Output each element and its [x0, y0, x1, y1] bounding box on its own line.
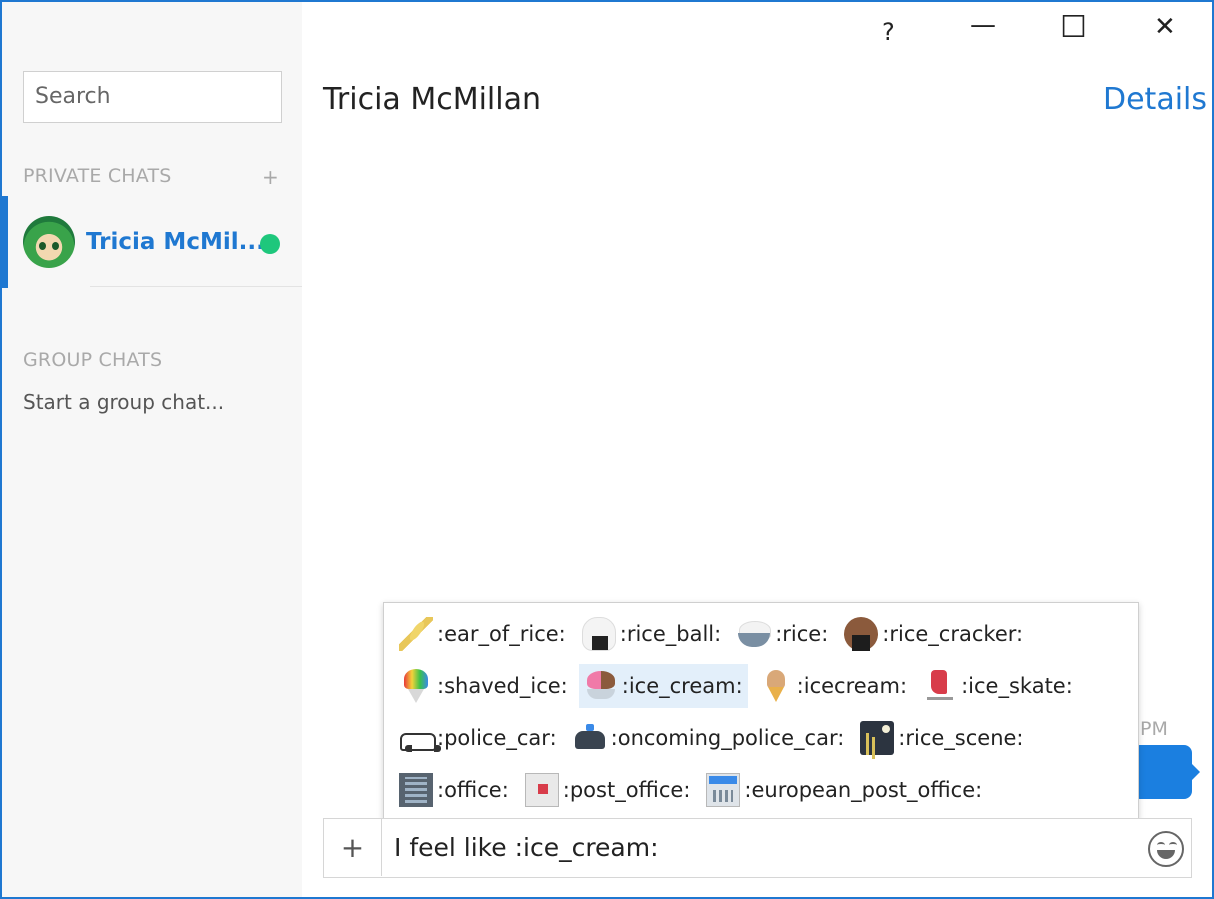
attach-button[interactable]: + [324, 819, 382, 876]
online-status-icon [260, 234, 280, 254]
add-private-chat-button[interactable]: + [262, 165, 279, 189]
suggestion-rice[interactable]: :rice: [732, 612, 833, 656]
contact-name: Tricia McMil... [86, 229, 265, 255]
start-group-chat-link[interactable]: Start a group chat... [23, 390, 224, 414]
search-input[interactable]: Search [23, 71, 282, 123]
shaved-ice-icon [399, 669, 433, 703]
message-bubble-tail [1190, 762, 1200, 782]
smiley-icon[interactable] [1148, 831, 1184, 867]
oncoming-police-car-icon [573, 721, 607, 755]
app-window: Search PRIVATE CHATS + Tricia McMil... G… [0, 0, 1214, 899]
suggestion-office[interactable]: :office: [394, 768, 514, 812]
suggestion-ice-skate[interactable]: :ice_skate: [918, 664, 1078, 708]
police-car-icon [399, 721, 441, 755]
ice-skate-icon [923, 669, 957, 703]
post-office-icon [524, 773, 559, 807]
suggestion-icecream[interactable]: :icecream: [754, 664, 912, 708]
active-indicator [2, 196, 8, 288]
rice-ball-icon [581, 617, 616, 651]
suggestion-rice-cracker[interactable]: :rice_cracker: [839, 612, 1028, 656]
details-link[interactable]: Details [1103, 82, 1207, 117]
ear-of-rice-icon [399, 617, 433, 651]
rice-icon [737, 617, 772, 651]
rice-cracker-icon [844, 617, 879, 651]
composer: + I feel like :ice_cream: [323, 818, 1192, 878]
emoji-suggestion-popup: :ear_of_rice: :rice_ball: :rice: :rice_c… [383, 602, 1139, 820]
sidebar-item-tricia[interactable]: Tricia McMil... [2, 196, 302, 288]
minimize-button[interactable]: — [970, 10, 996, 40]
divider [90, 286, 302, 287]
avatar [23, 216, 75, 268]
close-button[interactable]: ✕ [1154, 12, 1176, 42]
european-post-office-icon [706, 773, 741, 807]
suggestion-row: :office: :post_office: :european_post_of… [394, 767, 993, 813]
rice-scene-icon [860, 721, 895, 755]
suggestion-rice-scene[interactable]: :rice_scene: [855, 716, 1028, 760]
message-timestamp: PM [1140, 718, 1168, 740]
maximize-button[interactable]: ☐ [1060, 10, 1087, 45]
suggestion-oncoming-police-car[interactable]: :oncoming_police_car: [568, 716, 850, 760]
suggestion-ice-cream[interactable]: :ice_cream: [578, 664, 748, 708]
suggestion-ear-of-rice[interactable]: :ear_of_rice: [394, 612, 571, 656]
suggestion-police-car[interactable]: :police_car: [394, 716, 562, 760]
message-input[interactable]: I feel like :ice_cream: [394, 833, 659, 862]
chat-title: Tricia McMillan [323, 82, 541, 117]
suggestion-row: :ear_of_rice: :rice_ball: :rice: :rice_c… [394, 611, 1034, 657]
message-bubble [1132, 745, 1192, 799]
suggestion-row: :shaved_ice: :ice_cream: :icecream: :ice… [394, 663, 1084, 709]
group-chats-heading: GROUP CHATS [23, 349, 163, 371]
suggestion-shaved-ice[interactable]: :shaved_ice: [394, 664, 573, 708]
office-icon [399, 773, 433, 807]
suggestion-row: :police_car: :oncoming_police_car: :rice… [394, 715, 1035, 761]
icecream-icon [759, 669, 793, 703]
suggestion-rice-ball[interactable]: :rice_ball: [577, 612, 726, 656]
private-chats-heading: PRIVATE CHATS [23, 165, 172, 187]
suggestion-post-office[interactable]: :post_office: [520, 768, 696, 812]
sidebar: Search PRIVATE CHATS + Tricia McMil... G… [2, 2, 302, 897]
help-button[interactable]: ? [882, 18, 895, 46]
ice-cream-icon [584, 669, 618, 703]
suggestion-european-post-office[interactable]: :european_post_office: [701, 768, 987, 812]
